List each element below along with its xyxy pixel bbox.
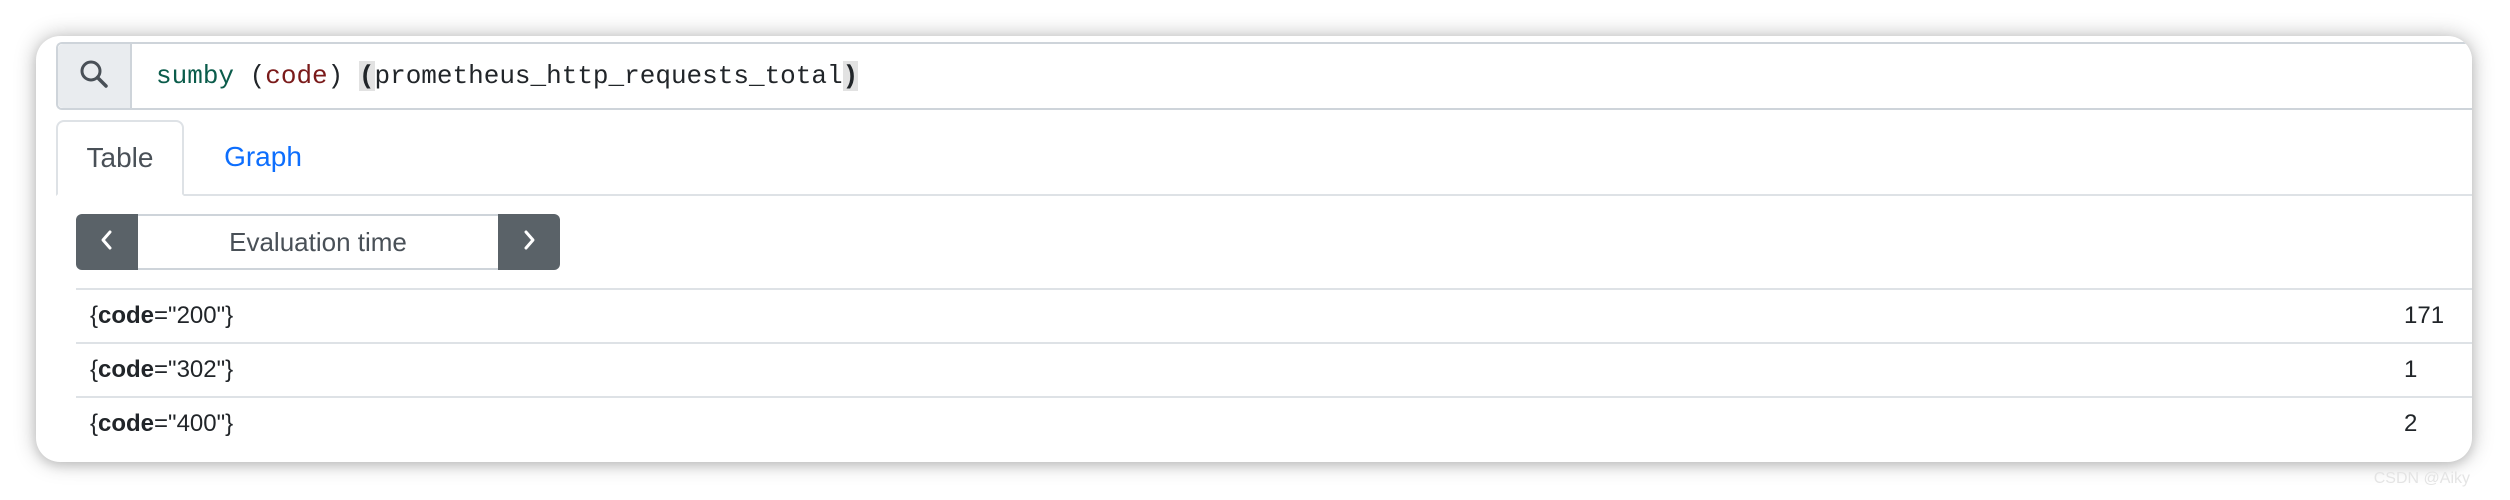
table-row: {code ="302"} 1: [76, 344, 2472, 398]
tab-graph[interactable]: Graph: [218, 120, 308, 194]
expression-input[interactable]: sum by (code) (prometheus_http_requests_…: [56, 42, 2472, 110]
execute-button[interactable]: [58, 44, 132, 108]
results-table: {code ="200"} 171 {code ="302"} 1 {code ="4…: [76, 288, 2472, 450]
chevron-left-icon: [97, 228, 117, 257]
eval-time-prev-button[interactable]: [76, 214, 138, 270]
query-function: sum: [156, 61, 203, 91]
series-value: 2: [2404, 410, 2418, 437]
series-value: 171: [2404, 302, 2445, 329]
query-paren: (: [234, 61, 266, 91]
series-value: 1: [2404, 356, 2418, 383]
watermark: CSDN @Aiky: [2373, 470, 2470, 487]
view-tabs: Table Graph: [56, 120, 2472, 196]
chevron-right-icon: [519, 228, 539, 257]
table-row: {code ="400"} 2: [76, 398, 2472, 450]
query-label: code: [265, 61, 328, 91]
table-row: {code ="200"} 171: [76, 290, 2472, 344]
query-keyword: by: [202, 61, 235, 91]
evaluation-time-control: Evaluation time: [76, 214, 560, 270]
query-panel: sum by (code) (prometheus_http_requests_…: [36, 36, 2472, 462]
tab-table[interactable]: Table: [56, 120, 184, 196]
series-labels: {code ="302"}: [90, 356, 234, 383]
search-icon: [78, 58, 110, 95]
query-paren: ): [327, 61, 359, 91]
query-paren-highlight: (: [358, 61, 375, 91]
expression-text[interactable]: sum by (code) (prometheus_http_requests_…: [156, 44, 859, 108]
series-labels: {code ="200"}: [90, 302, 234, 329]
query-paren-highlight: ): [842, 61, 859, 91]
label-name: code: [98, 410, 155, 437]
eval-time-next-button[interactable]: [498, 214, 560, 270]
query-metric: prometheus_http_requests_total: [374, 61, 843, 91]
evaluation-time-input[interactable]: Evaluation time: [138, 214, 498, 270]
series-labels: {code ="400"}: [90, 410, 234, 437]
label-name: code: [98, 356, 155, 383]
label-name: code: [98, 302, 155, 329]
